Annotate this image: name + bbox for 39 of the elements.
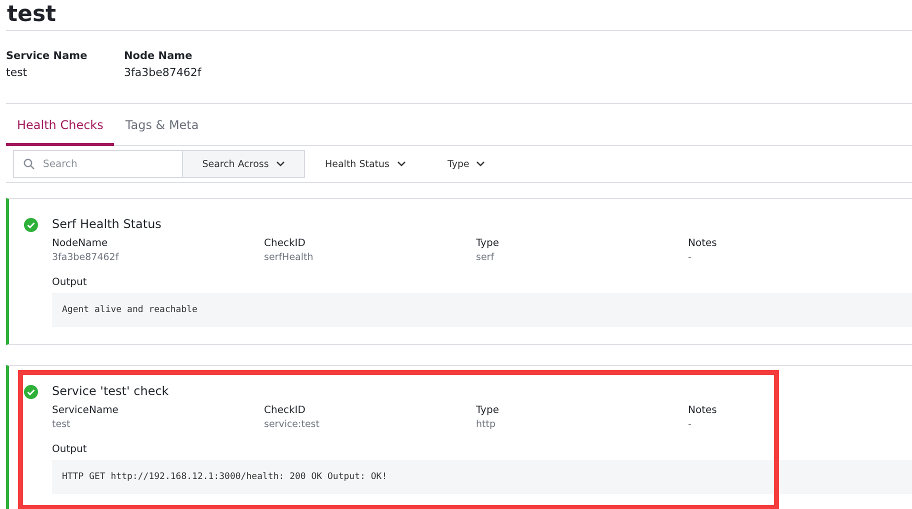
meta-label: Service Name — [6, 49, 88, 64]
output-label: Output — [52, 443, 88, 457]
field-value: serfHealth — [264, 251, 314, 265]
field-label: CheckID — [264, 237, 306, 251]
check-circle-icon — [24, 385, 38, 399]
field-value: http — [476, 418, 497, 432]
output-label: Output — [52, 276, 88, 290]
caret-icon — [476, 161, 486, 167]
search-across-dropdown[interactable]: Search Across — [183, 150, 305, 178]
field-value: service:test — [264, 418, 320, 432]
field-label: NodeName — [52, 237, 109, 251]
check-title: Service 'test' check — [52, 383, 169, 400]
meta-value: 3fa3be87462f — [124, 65, 202, 81]
tab[interactable]: Health Checks — [6, 114, 114, 146]
field-value: 3fa3be87462f — [52, 251, 120, 265]
output-block: HTTP GET http://192.168.12.1:3000/health: 200 OK Output: OK! — [52, 460, 912, 494]
output-block: Agent alive and reachable — [52, 293, 912, 327]
caret-icon — [396, 161, 406, 167]
field-label: Type — [476, 237, 500, 251]
field-value: - — [688, 251, 692, 265]
caret-icon — [276, 161, 285, 167]
field-value: test — [52, 418, 72, 432]
field-label: Notes — [688, 237, 718, 251]
field-label: Type — [476, 404, 500, 418]
field-label: ServiceName — [52, 404, 120, 418]
field-label: Notes — [688, 404, 718, 418]
field-label: CheckID — [264, 404, 306, 418]
tab[interactable]: Tags & Meta — [114, 114, 210, 146]
field-value: - — [688, 418, 692, 432]
check-circle-icon — [24, 218, 38, 232]
filter-dropdown[interactable]: Health Status — [325, 158, 406, 170]
meta-label: Node Name — [124, 49, 194, 64]
meta-value: test — [6, 65, 28, 81]
check-title: Serf Health Status — [52, 216, 162, 233]
page-title: test — [6, 1, 58, 29]
search-icon — [23, 158, 35, 170]
search-field[interactable]: Search — [13, 150, 183, 178]
filter-dropdown[interactable]: Type — [448, 158, 486, 170]
field-value: serf — [476, 251, 496, 265]
